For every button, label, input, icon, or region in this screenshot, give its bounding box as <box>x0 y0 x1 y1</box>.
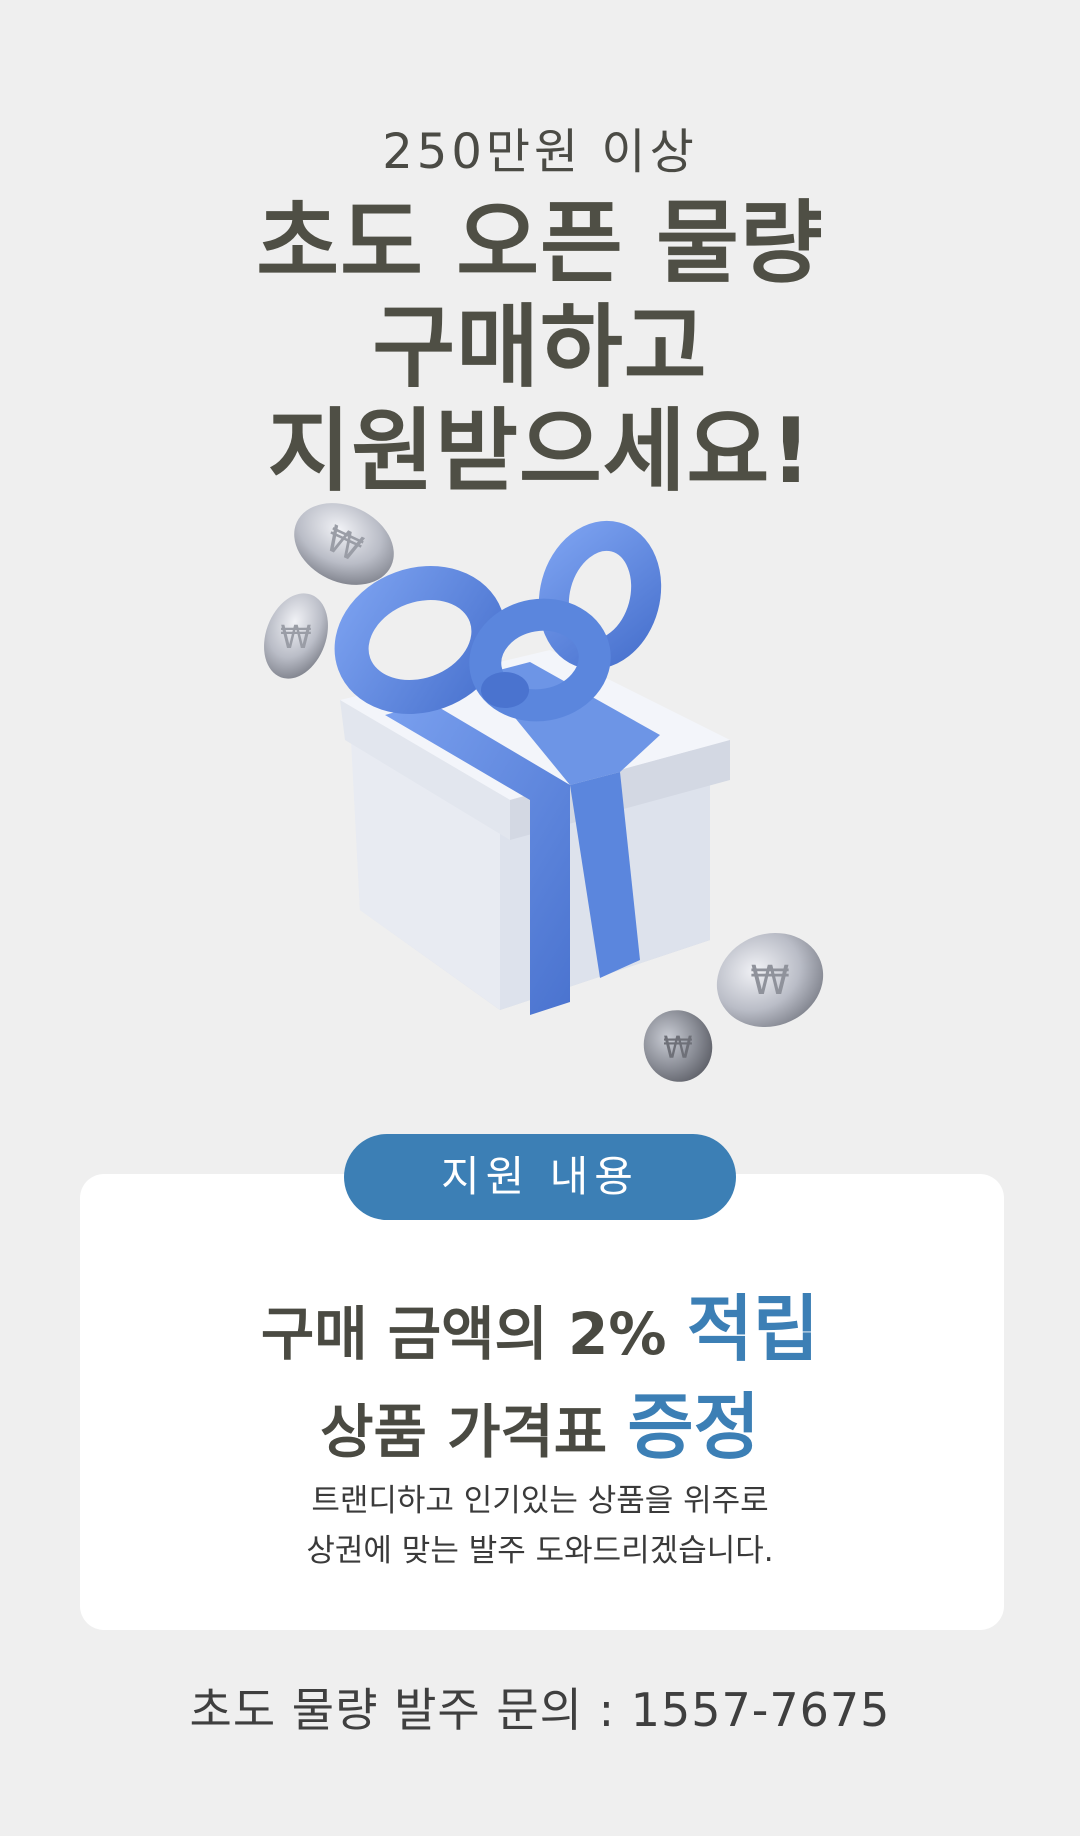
benefit-points-accent: 적립 <box>686 1287 820 1371</box>
benefit-points: 구매 금액의 2% 적립 <box>0 1270 1080 1375</box>
svg-text:₩: ₩ <box>750 958 790 1004</box>
gift-box-illustration: ₩ ₩ ₩ ₩ <box>264 503 824 1082</box>
benefit-points-text: 구매 금액의 2% <box>260 1300 687 1368</box>
benefit-price-tag-text: 상품 가격표 <box>320 1398 628 1466</box>
coin-icon: ₩ <box>716 932 824 1028</box>
svg-text:₩: ₩ <box>280 618 312 656</box>
svg-text:₩: ₩ <box>663 1031 693 1066</box>
coin-icon: ₩ <box>264 593 328 679</box>
eyebrow-text: 250만원 이상 <box>382 124 698 180</box>
headline: 초도 오픈 물량 구매하고 지원받으세요! <box>0 192 1080 504</box>
inquiry-phone: 초도 물량 발주 문의 : 1557-7675 <box>189 1683 891 1737</box>
coin-icon: ₩ <box>643 1010 713 1082</box>
benefit-price-tag: 상품 가격표 증정 <box>0 1368 1080 1473</box>
support-description: 트랜디하고 인기있는 상품을 위주로 상권에 맞는 발주 도와드리겠습니다. <box>0 1476 1080 1576</box>
headline-line-1: 초도 오픈 물량 <box>256 191 824 296</box>
promo-page: 250만원 이상 초도 오픈 물량 구매하고 지원받으세요! ₩ ₩ ₩ ₩ 지… <box>0 0 1080 1836</box>
headline-line-3: 지원받으세요! <box>267 399 813 504</box>
description-line-2: 상권에 맞는 발주 도와드리겠습니다. <box>306 1533 774 1569</box>
benefit-price-tag-accent: 증정 <box>627 1385 760 1469</box>
description-line-1: 트랜디하고 인기있는 상품을 위주로 <box>311 1483 769 1519</box>
support-badge: 지원 내용 <box>344 1134 736 1220</box>
headline-line-2: 구매하고 <box>372 295 708 400</box>
